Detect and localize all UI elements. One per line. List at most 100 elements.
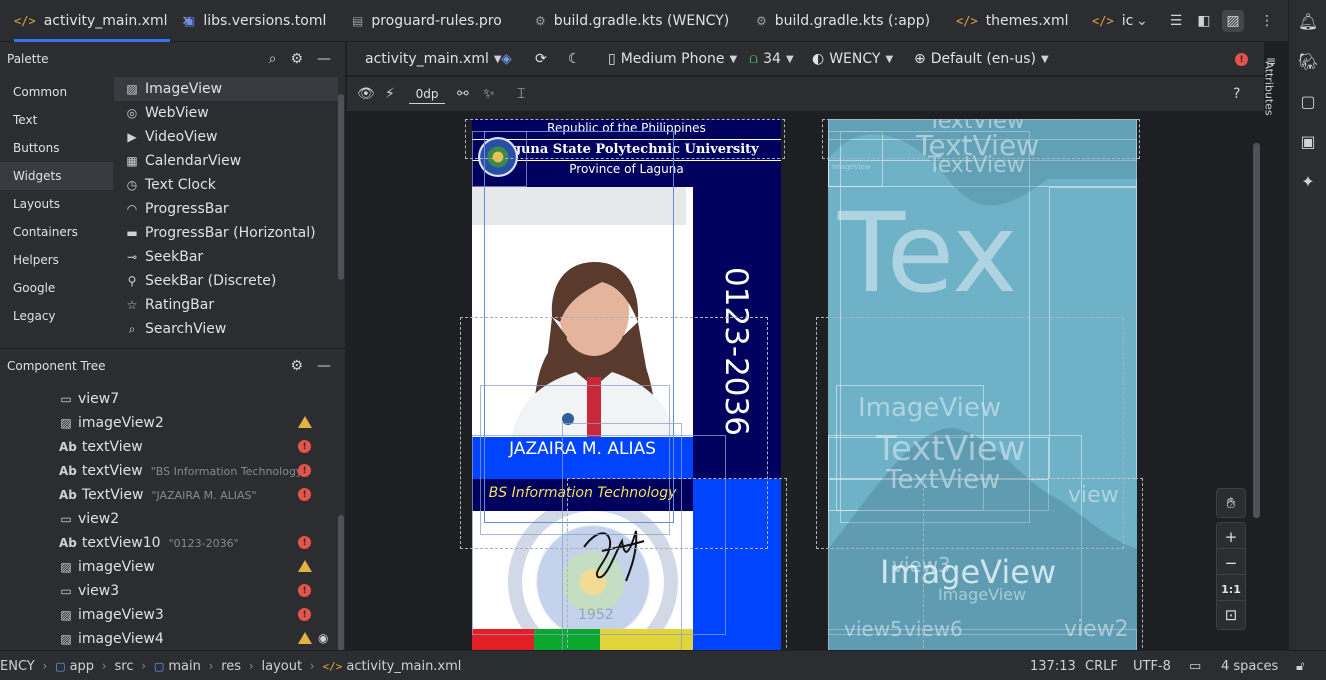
palette-item[interactable]: ☆ RatingBar xyxy=(114,293,338,317)
tab-label: themes.xml xyxy=(985,13,1069,29)
pan-hand-icon[interactable]: ✋︎ xyxy=(1216,488,1246,518)
palette-category[interactable]: Layouts xyxy=(0,190,113,218)
tab-activity-main[interactable]: </> activity_main.xml ✕ xyxy=(14,0,192,42)
tree-item[interactable]: ▨ imageView3 xyxy=(59,603,163,627)
guidelines-icon[interactable]: ⌶ xyxy=(517,84,525,104)
palette-item[interactable]: ◎ WebView xyxy=(114,101,338,125)
visibility-eye-icon[interactable]: ◉ xyxy=(318,631,328,645)
gear-icon[interactable]: ⚙ xyxy=(290,51,303,67)
breadcrumb-item[interactable]: main xyxy=(168,659,200,674)
search-icon[interactable]: ⌕ xyxy=(269,51,277,67)
error-icon[interactable]: ! xyxy=(298,608,311,621)
component-tree-scrollbar[interactable] xyxy=(338,515,344,651)
warning-icon[interactable] xyxy=(298,560,312,572)
tree-item[interactable]: Ab TextView "JAZAIRA M. ALIAS" xyxy=(59,483,257,507)
palette-item[interactable]: ▶ VideoView xyxy=(114,125,338,149)
tree-item[interactable]: ▭ view2 xyxy=(59,507,119,531)
design-view-icon[interactable]: ▨ xyxy=(1222,10,1244,32)
error-icon[interactable]: ! xyxy=(298,488,311,501)
minimize-icon[interactable]: — xyxy=(317,51,331,67)
device-dropdown[interactable]: ▯ Medium Phone ▼ xyxy=(608,42,737,76)
breadcrumb-item[interactable]: res xyxy=(221,659,241,674)
tree-item[interactable]: ▨ imageView2 xyxy=(59,411,163,435)
tree-item[interactable]: ▨ imageView xyxy=(59,555,155,579)
error-icon[interactable]: ! xyxy=(298,536,311,549)
tree-item[interactable]: Ab textView10 "0123-2036" xyxy=(59,531,239,555)
palette-item[interactable]: ⌕ SearchView xyxy=(114,317,338,341)
more-options-icon[interactable]: ⋮ xyxy=(1256,10,1278,32)
breadcrumb-item[interactable]: src xyxy=(115,659,134,674)
error-icon[interactable]: ! xyxy=(298,584,311,597)
zoom-to-fit-icon[interactable]: ⊡ xyxy=(1216,600,1246,630)
file-dropdown[interactable]: activity_main.xml ▼ xyxy=(365,42,502,76)
lock-icon[interactable]: 🔓︎ xyxy=(1296,651,1304,680)
locale-dropdown[interactable]: ⊕ Default (en-us) ▼ xyxy=(914,42,1049,76)
tab-list-chevron-icon[interactable]: ⌄ xyxy=(1131,10,1153,32)
api-dropdown[interactable]: ⩍ 34 ▼ xyxy=(749,42,794,76)
warning-icon[interactable] xyxy=(298,416,312,428)
breadcrumb-item[interactable]: ENCY xyxy=(0,659,35,674)
help-icon[interactable]: ? xyxy=(1233,84,1240,104)
palette-item[interactable]: ▬ ProgressBar (Horizontal) xyxy=(114,221,338,245)
tree-item[interactable]: ▭ view3 xyxy=(59,579,119,603)
minimize-icon[interactable]: — xyxy=(317,358,331,374)
preview-icon[interactable]: ▭ xyxy=(1189,651,1201,680)
tab-libs-versions[interactable]: ▣ libs.versions.toml xyxy=(184,0,326,42)
breadcrumb-item[interactable]: layout xyxy=(262,659,303,674)
cursor-position[interactable]: 137:13 xyxy=(1030,651,1076,680)
breadcrumb-item[interactable]: app xyxy=(70,659,94,674)
issues-error-icon[interactable]: ! xyxy=(1235,53,1248,66)
palette-item[interactable]: ⚲ SeekBar (Discrete) xyxy=(114,269,338,293)
code-view-icon[interactable]: ☰ xyxy=(1165,10,1187,32)
palette-item[interactable]: ⊸ SeekBar xyxy=(114,245,338,269)
tree-item[interactable]: Ab textView "BS Information Technology" xyxy=(59,459,308,483)
orientation-icon[interactable]: ⟳ xyxy=(535,42,547,76)
palette-scrollbar[interactable] xyxy=(338,94,344,280)
palette-item[interactable]: ▨ ImageView xyxy=(114,77,338,101)
palette-item[interactable]: ◷ Text Clock xyxy=(114,173,338,197)
night-mode-icon[interactable]: ☾ xyxy=(568,42,581,76)
palette-category[interactable]: Common xyxy=(0,78,113,106)
split-view-icon[interactable]: ◧ xyxy=(1193,10,1215,32)
canvas-vertical-scrollbar[interactable] xyxy=(1253,143,1260,518)
attributes-panel-toggle[interactable]: ≡ Attributes xyxy=(1263,52,1284,132)
theme-dropdown[interactable]: ◐ WENCY ▼ xyxy=(812,42,893,76)
infer-constraints-icon[interactable]: ✨︎ xyxy=(483,84,495,104)
palette-category[interactable]: Legacy xyxy=(0,302,113,330)
error-icon[interactable]: ! xyxy=(298,464,311,477)
design-surface-icon[interactable]: ◈ xyxy=(501,42,512,76)
running-devices-icon[interactable]: ▣ xyxy=(1297,130,1319,152)
tab-themes[interactable]: </> themes.xml xyxy=(956,0,1068,42)
line-ending[interactable]: CRLF xyxy=(1085,651,1118,680)
palette-category[interactable]: Google xyxy=(0,274,113,302)
design-canvas[interactable]: Republic of the Philippines Laguna State… xyxy=(347,111,1264,650)
gemini-icon[interactable]: ✦ xyxy=(1297,170,1319,192)
palette-category-selected[interactable]: Widgets xyxy=(0,162,113,190)
error-icon[interactable]: ! xyxy=(298,440,311,453)
tab-proguard[interactable]: ▤ proguard-rules.pro xyxy=(352,0,502,42)
warning-icon[interactable] xyxy=(298,632,312,644)
file-encoding[interactable]: UTF-8 xyxy=(1133,651,1171,680)
default-margin-field[interactable]: 0dp xyxy=(409,84,445,104)
palette-category[interactable]: Containers xyxy=(0,218,113,246)
gear-icon[interactable]: ⚙ xyxy=(290,358,303,374)
breadcrumb-item[interactable]: activity_main.xml xyxy=(346,659,461,674)
palette-category[interactable]: Helpers xyxy=(0,246,113,274)
indent-setting[interactable]: 4 spaces xyxy=(1221,651,1278,680)
tab-ic[interactable]: </> ic xyxy=(1092,0,1133,42)
autoconnect-icon[interactable]: ⚡︎ xyxy=(385,84,395,104)
gradle-tool-icon[interactable]: 🐘︎ xyxy=(1297,50,1319,72)
palette-category[interactable]: Text xyxy=(0,106,113,134)
tree-item[interactable]: ▨ imageView4 xyxy=(59,627,163,651)
tab-build-gradle-wency[interactable]: ⚙ build.gradle.kts (WENCY) xyxy=(535,0,729,42)
tree-item[interactable]: ▭ view7 xyxy=(59,387,119,411)
clear-constraints-icon[interactable]: ⚯ xyxy=(457,84,469,104)
palette-item[interactable]: ◠ ProgressBar xyxy=(114,197,338,221)
tab-build-gradle-app[interactable]: ⚙ build.gradle.kts (:app) xyxy=(756,0,930,42)
palette-item[interactable]: ▦ CalendarView xyxy=(114,149,338,173)
notifications-icon[interactable]: 🔔︎ xyxy=(1297,10,1319,32)
palette-category[interactable]: Buttons xyxy=(0,134,113,162)
view-options-eye-icon[interactable]: 👁︎ xyxy=(357,84,375,104)
tree-item[interactable]: Ab textView xyxy=(59,435,143,459)
device-manager-icon[interactable]: ▢ xyxy=(1297,90,1319,112)
